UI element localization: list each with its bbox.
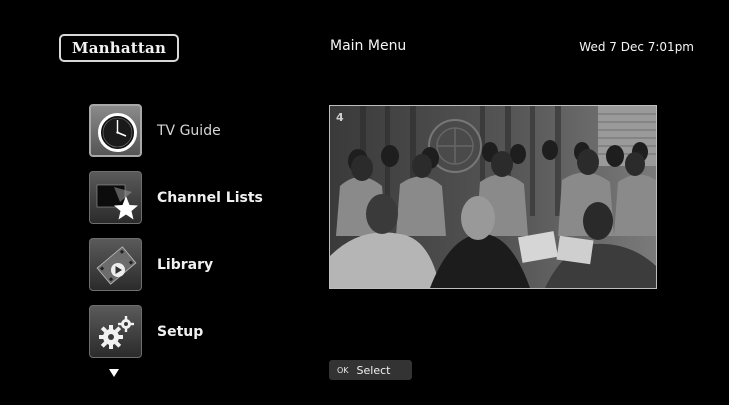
scroll-down-arrow-icon[interactable]	[109, 369, 119, 377]
menu-item-library[interactable]: Library	[89, 238, 319, 292]
select-label: Select	[356, 363, 391, 377]
clock-icon	[98, 113, 137, 152]
screen: Manhattan Main Menu Wed 7 Dec 7:01pm TV …	[0, 0, 729, 405]
channel-lists-tile	[89, 171, 142, 224]
channel-badge: 4	[336, 111, 344, 124]
page-title: Main Menu	[330, 38, 407, 54]
menu-label-library: Library	[157, 257, 214, 273]
library-tile	[89, 238, 142, 291]
menu-label-channel-lists: Channel Lists	[157, 190, 263, 206]
live-tv-preview: 4	[329, 105, 657, 289]
preview-image: 4	[330, 106, 656, 288]
menu-label-setup: Setup	[157, 324, 204, 340]
menu-item-tv-guide[interactable]: TV Guide	[89, 104, 319, 158]
menu-item-channel-lists[interactable]: Channel Lists	[89, 171, 319, 225]
ok-select-hint[interactable]: OK Select	[329, 360, 412, 380]
date-time: Wed 7 Dec 7:01pm	[579, 40, 694, 54]
setup-tile	[89, 305, 142, 358]
menu-item-setup[interactable]: Setup	[89, 305, 319, 359]
logo-text: Manhattan	[71, 39, 167, 57]
menu-label-tv-guide: TV Guide	[157, 123, 221, 139]
star-icon	[96, 184, 138, 220]
manhattan-logo: Manhattan	[59, 34, 179, 62]
tv-guide-tile	[89, 104, 142, 157]
film-icon	[96, 246, 137, 285]
ok-key-icon: OK	[337, 365, 349, 375]
gears-icon	[99, 316, 134, 349]
